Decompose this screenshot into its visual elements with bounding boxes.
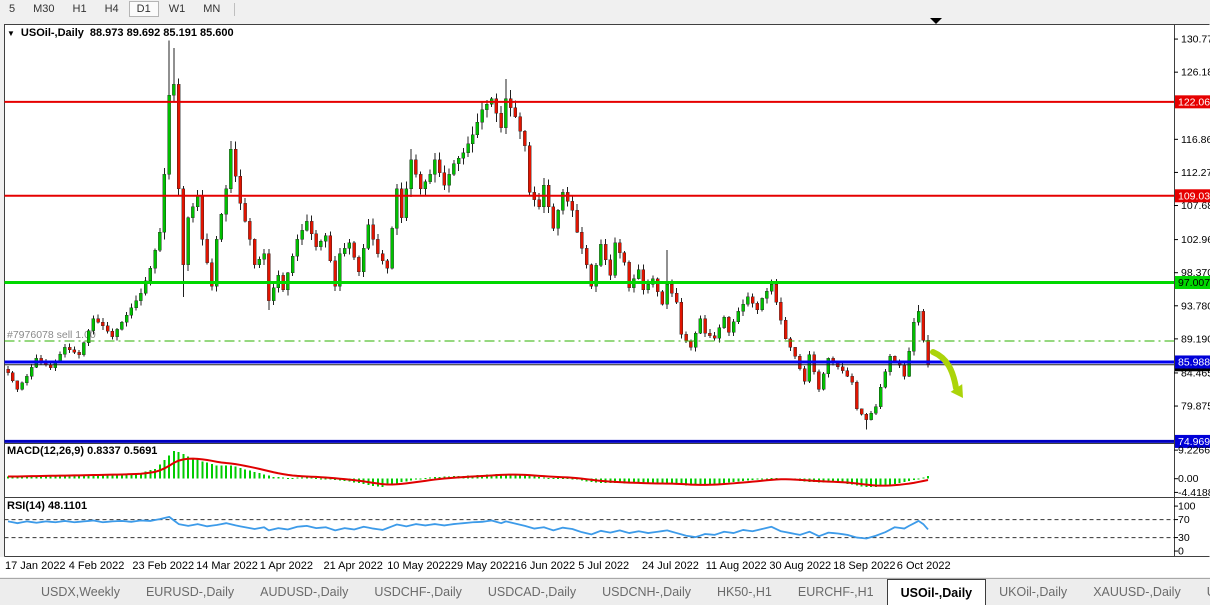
- date-label: 17 Jan 2022: [5, 560, 66, 572]
- timeframe-button-w1[interactable]: W1: [161, 1, 194, 17]
- symbol-tab-usdx-weekly[interactable]: USDX,Weekly: [28, 579, 133, 605]
- toolbar-separator: [234, 3, 235, 16]
- date-axis[interactable]: 17 Jan 20224 Feb 2022 23 Feb 202214 Mar 2…: [0, 557, 1210, 577]
- svg-text:122.066: 122.066: [1178, 96, 1210, 108]
- symbol-tab-audusd-daily[interactable]: AUDUSD-,Daily: [247, 579, 361, 605]
- date-label: 23 Feb 2022: [132, 560, 194, 572]
- timeframe-toolbar: 5M30H1H4D1W1MN: [0, 0, 1210, 19]
- svg-text:89.190: 89.190: [1181, 333, 1210, 345]
- symbol-tab-ukoil-da[interactable]: UKOil-,Da: [1194, 579, 1210, 605]
- svg-text:112.275: 112.275: [1181, 167, 1210, 179]
- svg-text:100: 100: [1178, 501, 1196, 513]
- svg-text:97.007: 97.007: [1178, 277, 1210, 289]
- chart-title: ▼ USOil-,Daily 88.973 89.692 85.191 85.6…: [7, 27, 234, 39]
- price-chart-canvas[interactable]: 130.770126.180116.865112.275107.685102.9…: [0, 24, 1210, 557]
- timeframe-button-5[interactable]: 5: [1, 1, 23, 17]
- date-label: 6 Oct 2022: [897, 560, 951, 572]
- symbol-tab-eurusd-daily[interactable]: EURUSD-,Daily: [133, 579, 247, 605]
- symbol-tab-usdcnh-daily[interactable]: USDCNH-,Daily: [589, 579, 704, 605]
- rsi-indicator-label: RSI(14) 48.1101: [7, 500, 87, 512]
- rsi-line: [8, 517, 928, 539]
- rsi-axis-ticks: 10070 30 0: [1174, 501, 1196, 557]
- symbol-tabbar: USDX,WeeklyEURUSD-,DailyAUDUSD-,DailyUSD…: [0, 578, 1210, 605]
- symbol-tab-hk50-h1[interactable]: HK50-,H1: [704, 579, 785, 605]
- svg-text:9.2266: 9.2266: [1178, 445, 1210, 457]
- chart-symbol-label: USOil-,Daily: [21, 27, 84, 39]
- date-label: 1 Apr 2022: [260, 560, 313, 572]
- date-label: 21 Apr 2022: [324, 560, 383, 572]
- timeframe-button-m30[interactable]: M30: [25, 1, 62, 17]
- symbol-tab-usoil-daily[interactable]: USOil-,Daily: [887, 579, 987, 605]
- date-label: 14 Mar 2022: [196, 560, 258, 572]
- symbol-tab-eurchf-h1[interactable]: EURCHF-,H1: [785, 579, 887, 605]
- svg-text:30: 30: [1178, 532, 1190, 544]
- date-label: 30 Aug 2022: [769, 560, 831, 572]
- svg-text:70: 70: [1178, 514, 1190, 526]
- timeframe-button-d1[interactable]: D1: [129, 1, 159, 17]
- candles: [7, 40, 930, 429]
- mt4-window: 5M30H1H4D1W1MN #7976078 sell 1.00 130.77…: [0, 0, 1210, 605]
- svg-text:93.780: 93.780: [1181, 300, 1210, 312]
- svg-text:109.036: 109.036: [1178, 190, 1210, 202]
- chart-area: #7976078 sell 1.00 130.770126.180116.865…: [0, 24, 1210, 557]
- symbol-tab-usdchf-daily[interactable]: USDCHF-,Daily: [361, 579, 475, 605]
- svg-text:130.770: 130.770: [1181, 34, 1210, 46]
- svg-text:126.180: 126.180: [1181, 67, 1210, 79]
- svg-text:0: 0: [1178, 546, 1184, 557]
- date-label: 24 Jul 2022: [642, 560, 699, 572]
- horizontal-lines: 122.066109.03697.00785.60085.98874.969: [5, 95, 1210, 448]
- symbol-tab-usdcad-daily[interactable]: USDCAD-,Daily: [475, 579, 589, 605]
- macd-axis-ticks: 9.2266 0.00 -4.4188: [1174, 445, 1210, 499]
- timeframe-button-h4[interactable]: H4: [97, 1, 127, 17]
- date-label: 11 Aug 2022: [706, 560, 767, 572]
- macd-indicator-label: MACD(12,26,9) 0.8337 0.5691: [7, 445, 157, 457]
- svg-text:116.865: 116.865: [1181, 134, 1210, 146]
- svg-text:0.00: 0.00: [1178, 473, 1199, 485]
- date-label: 16 Jun 2022: [515, 560, 576, 572]
- date-label: 4 Feb 2022: [69, 560, 125, 572]
- date-label: 10 May 2022: [387, 560, 451, 572]
- down-arrow-annotation[interactable]: [933, 352, 963, 398]
- svg-text:85.988: 85.988: [1178, 356, 1210, 368]
- date-label: 5 Jul 2022: [578, 560, 629, 572]
- svg-text:102.960: 102.960: [1181, 234, 1210, 246]
- one-click-trading-toggle-icon[interactable]: ▼: [7, 29, 15, 38]
- date-label: 18 Sep 2022: [833, 560, 895, 572]
- svg-text:79.875: 79.875: [1181, 401, 1210, 413]
- date-label: 29 May 2022: [451, 560, 515, 572]
- symbol-tab-ukoil-daily[interactable]: UKOil-,Daily: [986, 579, 1080, 605]
- chart-ohlc-values: 88.973 89.692 85.191 85.600: [90, 27, 234, 39]
- symbol-tab-xauusd-daily[interactable]: XAUUSD-,Daily: [1080, 579, 1194, 605]
- svg-text:-4.4188: -4.4188: [1178, 487, 1210, 499]
- timeframe-button-h1[interactable]: H1: [65, 1, 95, 17]
- timeframe-button-mn[interactable]: MN: [195, 1, 228, 17]
